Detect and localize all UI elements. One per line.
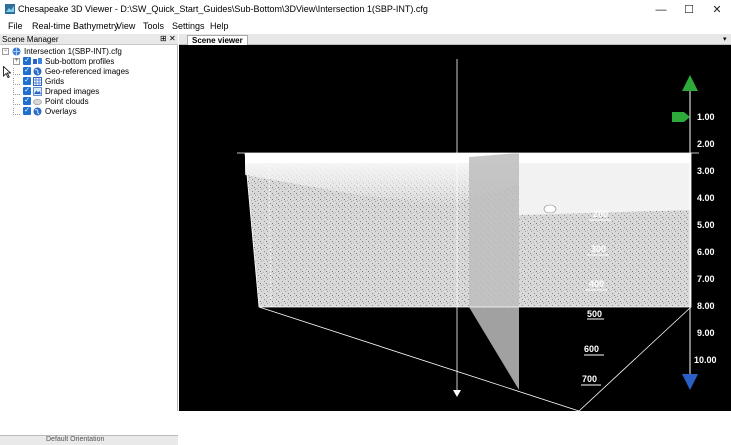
tree-item-label: Grids bbox=[45, 76, 65, 86]
profile-panel-intersect bbox=[469, 153, 519, 390]
depth-label: 10.00 bbox=[694, 355, 717, 365]
menu-help[interactable]: Help bbox=[210, 21, 229, 31]
menu-settings[interactable]: Settings bbox=[172, 21, 205, 31]
tree-item-label: Sub-bottom profiles bbox=[45, 56, 115, 66]
scale-down-arrow-icon[interactable] bbox=[682, 374, 698, 390]
tab-scene-viewer[interactable]: Scene viewer bbox=[187, 35, 248, 45]
tree-item-label: Point clouds bbox=[45, 96, 89, 106]
depth-label: 4.00 bbox=[697, 193, 715, 203]
tree-item-draped-images[interactable]: ✓ Draped images bbox=[13, 86, 99, 96]
checkbox-checked-icon[interactable]: ✓ bbox=[23, 97, 31, 105]
depth-label: 9.00 bbox=[697, 328, 715, 338]
cursor-end-icon bbox=[453, 390, 461, 397]
scene-manager-title: Scene Manager bbox=[2, 35, 59, 44]
tree-item-sub-bottom-profiles[interactable]: + ✓ Sub-bottom profiles bbox=[13, 56, 114, 66]
depth-marker-icon[interactable] bbox=[672, 112, 690, 122]
depth-label: 8.00 bbox=[697, 301, 715, 311]
checkbox-checked-icon[interactable]: ✓ bbox=[23, 57, 31, 65]
scene-viewer-canvas[interactable]: 1.00 2.00 3.00 4.00 5.00 6.00 7.00 8.00 … bbox=[179, 45, 731, 411]
depth-label: 2.00 bbox=[697, 139, 715, 149]
ping-label: 700 bbox=[582, 374, 598, 384]
menu-file[interactable]: File bbox=[8, 21, 23, 31]
config-globe-icon bbox=[12, 47, 21, 55]
scene-manager-header: Scene Manager ⊞ ✕ bbox=[0, 34, 178, 45]
depth-label: 3.00 bbox=[697, 166, 715, 176]
viewer-tab-bar: Scene viewer ▾ bbox=[179, 34, 731, 45]
checkbox-checked-icon[interactable]: ✓ bbox=[23, 107, 31, 115]
menu-tools[interactable]: Tools bbox=[143, 21, 164, 31]
close-button[interactable]: ✕ bbox=[700, 0, 731, 19]
tree-item-point-clouds[interactable]: ✓ Point clouds bbox=[13, 96, 89, 106]
checkbox-checked-icon[interactable]: ✓ bbox=[23, 87, 31, 95]
depth-label: 1.00 bbox=[697, 112, 715, 122]
tree-root[interactable]: − Intersection 1(SBP-INT).cfg bbox=[2, 46, 122, 56]
checkbox-checked-icon[interactable]: ✓ bbox=[23, 77, 31, 85]
point-cloud-icon bbox=[33, 98, 42, 105]
scale-up-arrow-icon[interactable] bbox=[682, 75, 698, 91]
globe-icon bbox=[33, 67, 42, 75]
sub-bottom-profiles-icon bbox=[33, 57, 42, 64]
window-title: Chesapeake 3D Viewer - D:\SW_Quick_Start… bbox=[18, 4, 428, 14]
tree-item-label: Draped images bbox=[45, 86, 100, 96]
globe-icon bbox=[33, 107, 42, 115]
depth-label: 5.00 bbox=[697, 220, 715, 230]
ping-label: 500 bbox=[587, 309, 603, 319]
tree-item-grids[interactable]: ✓ Grids bbox=[13, 76, 64, 86]
tree-root-label: Intersection 1(SBP-INT).cfg bbox=[24, 46, 122, 56]
tree-item-label: Geo-referenced images bbox=[45, 66, 130, 76]
grid-icon bbox=[33, 76, 42, 86]
draped-image-icon bbox=[33, 86, 42, 96]
panel-close-icon[interactable]: ✕ bbox=[169, 34, 176, 43]
collapse-icon[interactable]: − bbox=[2, 47, 9, 55]
profile-panel-right bbox=[519, 153, 691, 307]
app-icon bbox=[5, 4, 15, 14]
title-bar: Chesapeake 3D Viewer - D:\SW_Quick_Start… bbox=[0, 0, 731, 19]
mouse-cursor-icon bbox=[3, 66, 11, 78]
tree-item-overlays[interactable]: ✓ Overlays bbox=[13, 106, 77, 116]
tree-item-label: Overlays bbox=[45, 106, 77, 116]
scene-manager-panel: Scene Manager ⊞ ✕ − Intersection 1(SBP-I… bbox=[0, 34, 178, 445]
menu-view[interactable]: View bbox=[116, 21, 135, 31]
ping-label: 300 bbox=[591, 244, 607, 254]
checkbox-checked-icon[interactable]: ✓ bbox=[23, 67, 31, 75]
sub-bottom-3d-scene[interactable] bbox=[179, 45, 731, 411]
ping-label: 400 bbox=[589, 279, 605, 289]
orientation-label: Default Orientation bbox=[46, 436, 105, 443]
tab-menu-icon[interactable]: ▾ bbox=[723, 35, 727, 43]
ping-label: 600 bbox=[584, 344, 600, 354]
expand-icon[interactable]: + bbox=[13, 57, 20, 65]
orientation-strip: Default Orientation bbox=[0, 435, 178, 445]
depth-label: 6.00 bbox=[697, 247, 715, 257]
depth-label: 7.00 bbox=[697, 274, 715, 284]
tree-item-geo-referenced-images[interactable]: ✓ Geo-referenced images bbox=[13, 66, 129, 76]
menu-bar: File Real-time Bathymetry View Tools Set… bbox=[0, 19, 731, 34]
ping-label: 200 bbox=[593, 209, 609, 219]
menu-realtime-bathymetry[interactable]: Real-time Bathymetry bbox=[32, 21, 119, 31]
pin-icon[interactable]: ⊞ bbox=[160, 34, 167, 43]
